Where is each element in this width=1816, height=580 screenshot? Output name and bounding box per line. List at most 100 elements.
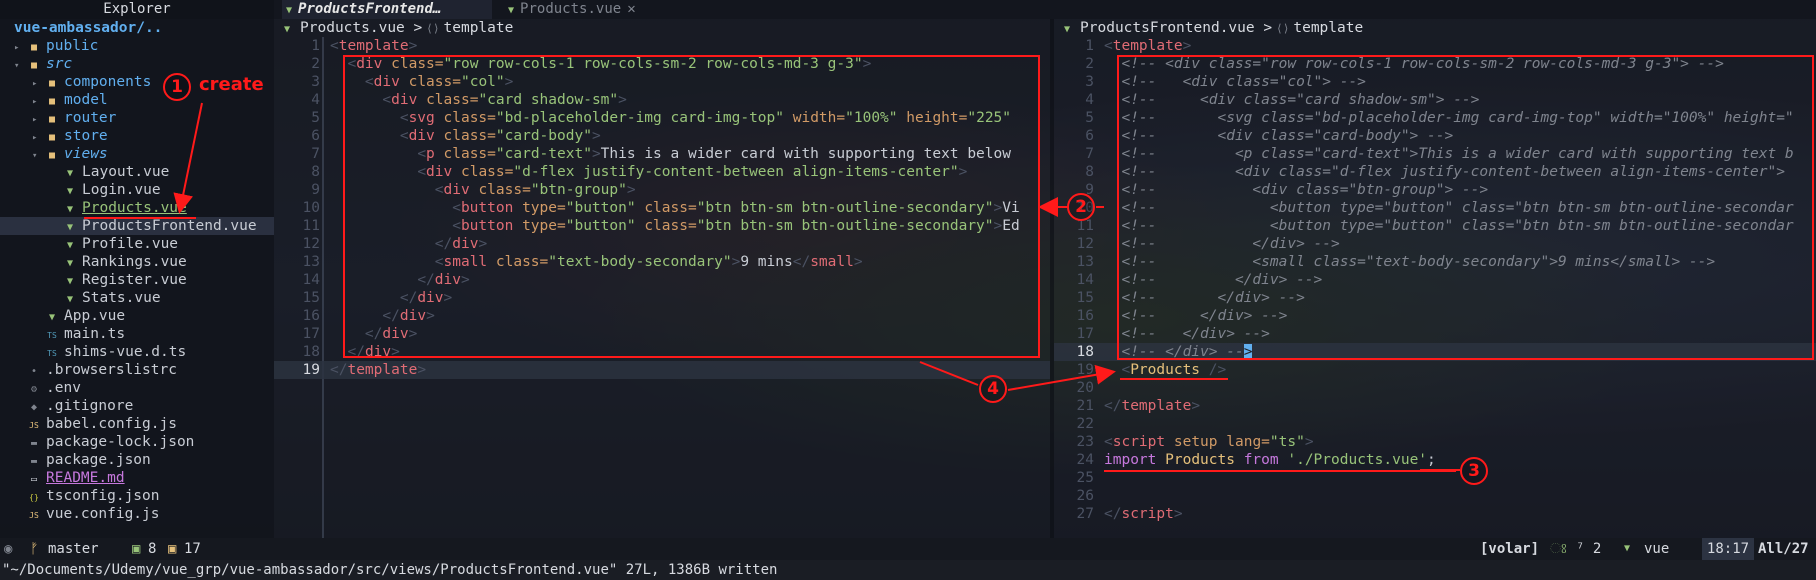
- breadcrumb-section[interactable]: template: [444, 20, 514, 36]
- code-line[interactable]: 22: [1054, 415, 1816, 433]
- editor-pane-left[interactable]: ▼ Products.vue > ⟨⟩ template 1 <template> 2 <…: [274, 19, 1050, 538]
- editor-pane-right[interactable]: ▼ ProductsFrontend.vue > ⟨⟩ template 1 <temp…: [1054, 19, 1816, 538]
- tree-item[interactable]: ▸ ■ public: [0, 37, 274, 55]
- tree-item-label: public: [46, 38, 99, 54]
- tree-item[interactable]: ▾ ■ src: [0, 55, 274, 73]
- line-number: 5: [1085, 110, 1094, 126]
- git-branch[interactable]: master: [48, 538, 99, 560]
- code-text: <div class="card shadow-sm">: [382, 92, 627, 108]
- breadcrumb-file[interactable]: ProductsFrontend.vue: [1080, 20, 1255, 36]
- code-line[interactable]: 13 <small class="text-body-secondary">9 …: [274, 253, 1050, 271]
- code-line[interactable]: 14 <!-- </div> -->: [1054, 271, 1816, 289]
- tree-item[interactable]: ▼ Rankings.vue: [0, 253, 274, 271]
- line-number: 11: [1076, 218, 1094, 234]
- tree-item-label: main.ts: [64, 326, 126, 342]
- tree-item[interactable]: ▸ ■ router: [0, 109, 274, 127]
- code-text: </template>: [330, 362, 427, 378]
- code-line[interactable]: 5 <svg class="bd-placeholder-img card-im…: [274, 109, 1050, 127]
- tree-item[interactable]: TS main.ts: [0, 325, 274, 343]
- tree-item[interactable]: ▼ Register.vue: [0, 271, 274, 289]
- tree-item[interactable]: ▼ Stats.vue: [0, 289, 274, 307]
- tree-item[interactable]: {} tsconfig.json: [0, 487, 274, 505]
- code-text: <!-- <div class="card-body"> -->: [1121, 128, 1454, 144]
- tree-item[interactable]: ▼ App.vue: [0, 307, 274, 325]
- line-number: 4: [311, 92, 320, 108]
- code-line[interactable]: 16 <!-- </div> -->: [1054, 307, 1816, 325]
- breadcrumb-file[interactable]: Products.vue: [300, 20, 405, 36]
- code-line[interactable]: 13 <!-- <small class="text-body-secondar…: [1054, 253, 1816, 271]
- explorer-root[interactable]: vue-ambassador/..: [0, 19, 274, 37]
- code-text: <svg class="bd-placeholder-img card-img-…: [399, 110, 1012, 126]
- tree-item[interactable]: • .browserslistrc: [0, 361, 274, 379]
- code-line[interactable]: 8 <!-- <div class="d-flex justify-conten…: [1054, 163, 1816, 181]
- code-line[interactable]: 18 </div>: [274, 343, 1050, 361]
- code-line[interactable]: 18 <!-- </div> -->: [1054, 343, 1816, 361]
- code-line[interactable]: 6 <!-- <div class="card-body"> -->: [1054, 127, 1816, 145]
- code-line[interactable]: 26: [1054, 487, 1816, 505]
- code-text: <!-- </div> -->: [1121, 326, 1270, 342]
- code-line[interactable]: 7 <!-- <p class="card-text">This is a wi…: [1054, 145, 1816, 163]
- code-line[interactable]: 16 </div>: [274, 307, 1050, 325]
- line-number: 17: [302, 326, 320, 342]
- tree-item[interactable]: ▼ Login.vue: [0, 181, 274, 199]
- tree-item-label: model: [64, 92, 108, 108]
- tree-item[interactable]: JS vue.config.js: [0, 505, 274, 523]
- code-line[interactable]: 24 import Products from './Products.vue';: [1054, 451, 1816, 469]
- code-line[interactable]: 21 </template>: [1054, 397, 1816, 415]
- code-line[interactable]: 19 <Products />: [1054, 361, 1816, 379]
- code-line[interactable]: 1 <template>: [1054, 37, 1816, 55]
- code-line[interactable]: 17 <!-- </div> -->: [1054, 325, 1816, 343]
- line-number: 16: [1076, 308, 1094, 324]
- tree-item[interactable]: TS shims-vue.d.ts: [0, 343, 274, 361]
- tab-productsfrontend[interactable]: ▼ ProductsFrontend…: [282, 0, 492, 19]
- tab-products[interactable]: ▼ Products.vue ✕: [504, 0, 664, 19]
- tree-item[interactable]: ▾ ■ views: [0, 145, 274, 163]
- code-line[interactable]: 10 <button type="button" class="btn btn-…: [274, 199, 1050, 217]
- code-line[interactable]: 27 </script>: [1054, 505, 1816, 523]
- command-line[interactable]: "~/Documents/Udemy/vue_grp/vue-ambassado…: [0, 560, 1816, 580]
- line-number: 14: [302, 272, 320, 288]
- code-line[interactable]: 3 <!-- <div class="col"> -->: [1054, 73, 1816, 91]
- code-line[interactable]: 6 <div class="card-body">: [274, 127, 1050, 145]
- code-text: <!-- <div class="row row-cols-1 row-cols…: [1121, 56, 1724, 72]
- code-line[interactable]: 7 <p class="card-text">This is a wider c…: [274, 145, 1050, 163]
- code-line[interactable]: 5 <!-- <svg class="bd-placeholder-img ca…: [1054, 109, 1816, 127]
- tree-item[interactable]: ▸ ■ store: [0, 127, 274, 145]
- breadcrumb-section[interactable]: template: [1293, 20, 1363, 36]
- code-line[interactable]: 12 <!-- </div> -->: [1054, 235, 1816, 253]
- code-line[interactable]: 20: [1054, 379, 1816, 397]
- tree-item[interactable]: ▼ Products.vue: [0, 199, 274, 217]
- code-line[interactable]: 23 <script setup lang="ts">: [1054, 433, 1816, 451]
- code-line[interactable]: 2 <div class="row row-cols-1 row-cols-sm…: [274, 55, 1050, 73]
- tree-item[interactable]: ▬ package-lock.json: [0, 433, 274, 451]
- code-line[interactable]: 3 <div class="col">: [274, 73, 1050, 91]
- code-text: </div>: [364, 326, 418, 342]
- code-line[interactable]: 15 </div>: [274, 289, 1050, 307]
- code-line[interactable]: 14 </div>: [274, 271, 1050, 289]
- code-line[interactable]: 1 <template>: [274, 37, 1050, 55]
- code-line[interactable]: 4 <div class="card shadow-sm">: [274, 91, 1050, 109]
- code-line[interactable]: 19 </template>: [274, 361, 1050, 379]
- code-line[interactable]: 12 </div>: [274, 235, 1050, 253]
- code-line[interactable]: 11 <button type="button" class="btn btn-…: [274, 217, 1050, 235]
- tree-item[interactable]: ⚙ .env: [0, 379, 274, 397]
- code-line[interactable]: 15 <!-- </div> -->: [1054, 289, 1816, 307]
- tree-item-label: Login.vue: [82, 182, 161, 198]
- code-line[interactable]: 8 <div class="d-flex justify-content-bet…: [274, 163, 1050, 181]
- tree-item-label: router: [64, 110, 117, 126]
- tree-item[interactable]: ▼ ProductsFrontend.vue: [0, 217, 274, 235]
- tree-item[interactable]: ▼ Profile.vue: [0, 235, 274, 253]
- tree-item[interactable]: ▬ package.json: [0, 451, 274, 469]
- tree-item[interactable]: ▼ Layout.vue: [0, 163, 274, 181]
- tree-item[interactable]: ▭ README.md: [0, 469, 274, 487]
- code-line[interactable]: 11 <!-- <button type="button" class="btn…: [1054, 217, 1816, 235]
- code-line[interactable]: 10 <!-- <button type="button" class="btn…: [1054, 199, 1816, 217]
- code-line[interactable]: 9 <!-- <div class="btn-group"> -->: [1054, 181, 1816, 199]
- close-icon[interactable]: ✕: [627, 1, 635, 17]
- tree-item[interactable]: ◆ .gitignore: [0, 397, 274, 415]
- code-line[interactable]: 17 </div>: [274, 325, 1050, 343]
- code-line[interactable]: 2 <!-- <div class="row row-cols-1 row-co…: [1054, 55, 1816, 73]
- code-line[interactable]: 4 <!-- <div class="card shadow-sm"> -->: [1054, 91, 1816, 109]
- tree-item[interactable]: JS babel.config.js: [0, 415, 274, 433]
- code-line[interactable]: 9 <div class="btn-group">: [274, 181, 1050, 199]
